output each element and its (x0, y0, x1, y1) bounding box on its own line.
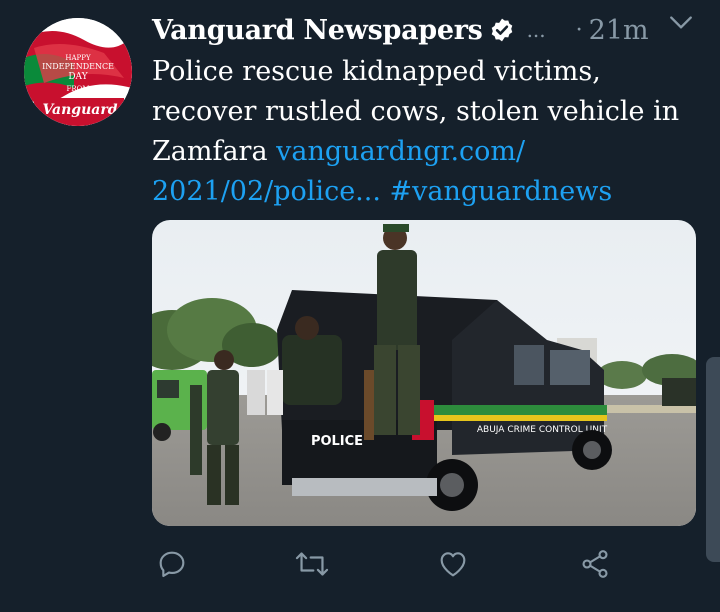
reply-button[interactable] (152, 542, 192, 586)
retweet-button[interactable] (292, 542, 332, 586)
tweet-actions (152, 542, 622, 586)
tweet-text-line-2: recover rustled cows, stolen vehicle in (152, 96, 680, 127)
scrollbar-thumb[interactable] (706, 357, 720, 562)
truck-door-text: POLICE (311, 434, 363, 449)
avatar-text-4: FROM (66, 85, 89, 93)
reply-icon (159, 551, 185, 578)
tweet-text-line-1: Police rescue kidnapped victims, (152, 56, 601, 87)
tweet-text-line-3: Zamfara vanguardngr.com/ (152, 132, 712, 172)
share-button[interactable] (575, 542, 615, 586)
avatar-text-1: HAPPY (65, 54, 91, 62)
heart-icon (440, 552, 466, 577)
article-link-start[interactable]: vanguardngr.com/ (276, 136, 525, 167)
tweet-card[interactable]: HAPPY INDEPENDENCE DAY FROM Vanguard Van… (0, 0, 720, 612)
tweet-text-line-3-text: Zamfara (152, 136, 268, 167)
author-avatar[interactable]: HAPPY INDEPENDENCE DAY FROM Vanguard (24, 18, 132, 126)
tweet-text: Police rescue kidnapped victims, recover… (152, 52, 712, 212)
avatar-text-2: INDEPENDENCE (42, 62, 114, 71)
author-handle[interactable]: ... (527, 18, 546, 42)
timestamp[interactable]: 21m (589, 15, 649, 46)
avatar-text-3: DAY (68, 72, 88, 82)
avatar-brand: Vanguard (42, 102, 117, 118)
chevron-down-icon[interactable] (668, 10, 694, 36)
verified-badge-icon (491, 18, 512, 42)
author-name[interactable]: Vanguard Newspapers (152, 15, 483, 46)
tweet-text-line-4: 2021/02/police... #vanguardnews (152, 172, 712, 212)
share-icon (582, 550, 608, 578)
tweet-header: Vanguard Newspapers ... · 21m (152, 8, 712, 52)
retweet-icon (295, 552, 329, 576)
like-button[interactable] (433, 542, 473, 586)
separator-dot: · (575, 17, 583, 43)
article-link-end[interactable]: 2021/02/police... (152, 176, 381, 207)
tweet-photo[interactable]: ABUJA CRIME CONTROL UNIT POLICE (152, 220, 696, 526)
hashtag-link[interactable]: #vanguardnews (390, 176, 613, 207)
police-truck-photo: ABUJA CRIME CONTROL UNIT POLICE (152, 220, 696, 526)
avatar-image: HAPPY INDEPENDENCE DAY FROM Vanguard (24, 18, 132, 126)
